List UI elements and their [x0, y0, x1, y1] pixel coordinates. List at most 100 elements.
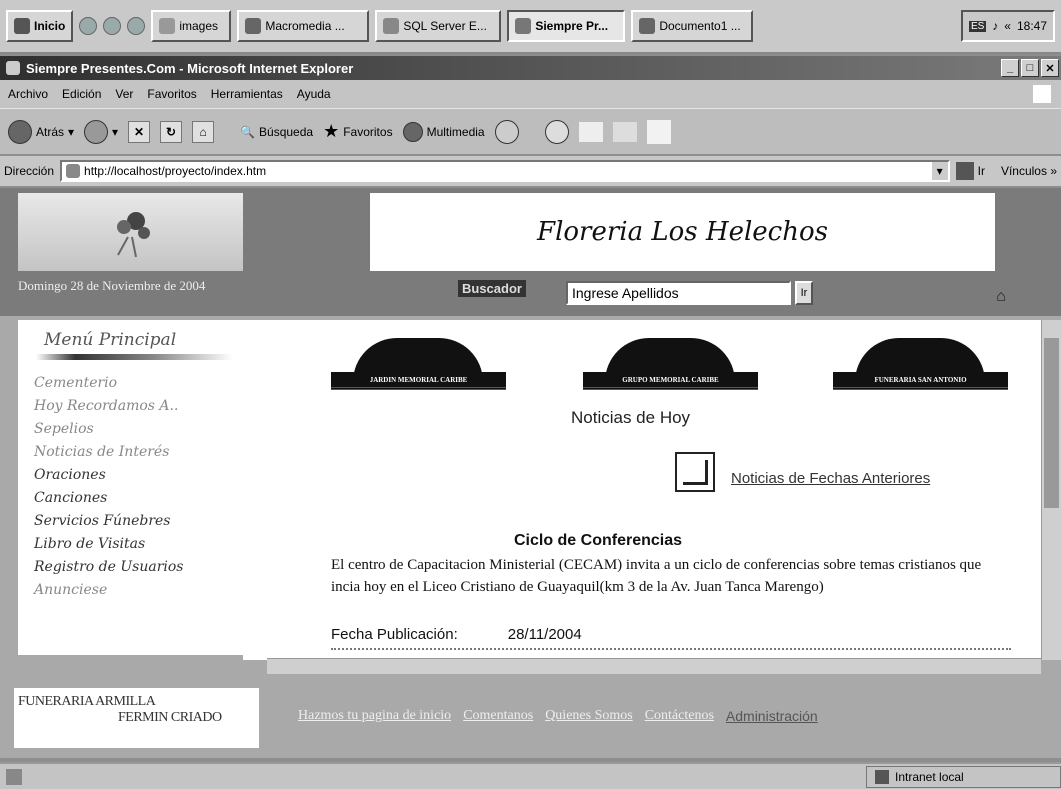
footer-link-contactenos[interactable]: Contáctenos: [645, 708, 714, 724]
search-label: Buscador: [458, 280, 526, 297]
windows-logo-icon: [14, 18, 30, 34]
flower-logo-icon: [117, 212, 150, 258]
task-documento1[interactable]: Documento1 ...: [631, 10, 754, 42]
security-zone: Intranet local: [866, 765, 1061, 788]
stop-button[interactable]: ✕: [128, 120, 151, 143]
menu-title: Menú Principal: [44, 330, 177, 350]
publish-date-label: Fecha Publicación:: [331, 626, 458, 643]
chevron-down-icon: ▾: [68, 124, 75, 139]
back-button[interactable]: Atrás ▾: [8, 119, 75, 144]
archive-icon[interactable]: [675, 452, 715, 492]
logo-jardin-memorial[interactable]: JARDIN MEMORIAL CARIBE: [331, 332, 506, 402]
logo-funeraria-san-antonio[interactable]: FUNERARIA SAN ANTONIO: [833, 332, 1008, 402]
print-icon[interactable]: [578, 121, 603, 142]
favorites-button[interactable]: ★ Favoritos: [323, 121, 393, 142]
quicklaunch-desktop-icon[interactable]: [103, 17, 122, 35]
messenger-icon[interactable]: [646, 119, 671, 144]
menu-bar: Archivo Edición Ver Favoritos Herramient…: [0, 80, 1061, 108]
star-icon: ★: [323, 121, 340, 141]
refresh-button[interactable]: ↻: [160, 120, 183, 143]
menu-favoritos[interactable]: Favoritos: [147, 87, 196, 101]
edit-icon[interactable]: [612, 121, 637, 142]
menu-item-registro-usuarios[interactable]: Registro de Usuarios: [18, 556, 243, 579]
search-go-button[interactable]: Ir: [795, 281, 813, 305]
task-macromedia[interactable]: Macromedia ...: [237, 10, 370, 42]
windows-flag-icon: [1033, 85, 1051, 103]
address-input[interactable]: http://localhost/proyecto/index.htm ▾: [60, 160, 950, 182]
zone-label: Intranet local: [895, 769, 964, 784]
menu-edicion[interactable]: Edición: [62, 87, 101, 101]
clock: 18:47: [1016, 19, 1047, 33]
menu-archivo[interactable]: Archivo: [8, 87, 48, 101]
task-label: images: [179, 19, 219, 33]
surname-search-input[interactable]: Ingrese Apellidos: [566, 281, 791, 305]
start-button[interactable]: Inicio: [6, 10, 74, 42]
links-button[interactable]: Vínculos »: [991, 164, 1057, 178]
multimedia-icon: [402, 121, 423, 142]
site-logo: [18, 193, 243, 271]
menu-item-cementerio[interactable]: Cementerio: [18, 372, 243, 395]
task-siempre-presentes[interactable]: Siempre Pr...: [507, 10, 626, 42]
home-button[interactable]: ⌂: [192, 120, 215, 143]
links-label: Vínculos: [1000, 164, 1047, 178]
page-status-icon: [6, 768, 22, 785]
menu-herramientas[interactable]: Herramientas: [211, 87, 283, 101]
favorites-label: Favoritos: [343, 124, 393, 139]
address-url: http://localhost/proyecto/index.htm: [84, 164, 267, 178]
folder-icon: [159, 18, 176, 34]
scrollbar-thumb[interactable]: [1044, 338, 1059, 508]
ie-icon: [6, 61, 20, 75]
menu-ver[interactable]: Ver: [115, 87, 133, 101]
maximize-button[interactable]: □: [1021, 59, 1039, 77]
menu-item-anunciese[interactable]: Anunciese: [18, 579, 243, 602]
menu-item-oraciones[interactable]: Oraciones: [18, 464, 243, 487]
volume-icon[interactable]: ♪: [992, 19, 998, 33]
menu-item-libro-visitas[interactable]: Libro de Visitas: [18, 533, 243, 556]
vertical-scrollbar[interactable]: [1041, 320, 1061, 660]
task-label: Macromedia ...: [265, 19, 345, 33]
menu-item-hoy-recordamos[interactable]: Hoy Recordamos A..: [18, 395, 243, 418]
menu-item-servicios-funebres[interactable]: Servicios Fúnebres: [18, 510, 243, 533]
go-button[interactable]: Ir: [955, 162, 985, 180]
tray-expand-icon[interactable]: «: [1004, 19, 1011, 33]
language-indicator[interactable]: ES: [968, 20, 987, 32]
menu-item-noticias-interes[interactable]: Noticias de Interés: [18, 441, 243, 464]
word-icon: [639, 18, 656, 34]
footer-link-homepage[interactable]: Hazmos tu pagina de inicio: [298, 708, 451, 724]
footer-links: Hazmos tu pagina de inicio Comentanos Qu…: [298, 708, 818, 724]
window-titlebar: Siempre Presentes.Com - Microsoft Intern…: [0, 56, 1061, 80]
quicklaunch-media-icon[interactable]: [127, 17, 146, 35]
back-label: Atrás: [36, 124, 65, 139]
task-images[interactable]: images: [151, 10, 232, 42]
task-label: SQL Server E...: [403, 19, 487, 33]
footer-link-quienes-somos[interactable]: Quienes Somos: [545, 708, 633, 724]
forward-button[interactable]: ▾: [84, 119, 118, 144]
minimize-button[interactable]: _: [1001, 59, 1019, 77]
multimedia-button[interactable]: Multimedia: [402, 121, 485, 142]
older-news-link[interactable]: Noticias de Fechas Anteriores: [731, 470, 930, 487]
quicklaunch-ie-icon[interactable]: [79, 17, 98, 35]
logo-grupo-memorial[interactable]: GRUPO MEMORIAL CARIBE: [583, 332, 758, 402]
search-button[interactable]: 🔍 Búsqueda: [240, 125, 313, 139]
horizontal-scrollbar[interactable]: [267, 658, 1041, 674]
address-bar: Dirección http://localhost/proyecto/inde…: [0, 156, 1061, 186]
publish-date-value: 28/11/2004: [507, 626, 582, 643]
close-button[interactable]: ✕: [1041, 59, 1059, 77]
menu-item-canciones[interactable]: Canciones: [18, 487, 243, 510]
multimedia-label: Multimedia: [426, 124, 485, 139]
start-label: Inicio: [34, 19, 66, 33]
menu-ayuda[interactable]: Ayuda: [297, 87, 331, 101]
footer-link-comentanos[interactable]: Comentanos: [463, 708, 533, 724]
search-label: Búsqueda: [259, 124, 314, 139]
footer-link-administracion[interactable]: Administración: [726, 708, 818, 724]
history-icon[interactable]: [494, 119, 519, 144]
address-dropdown-icon[interactable]: ▾: [931, 162, 948, 180]
dotted-divider: [331, 648, 1011, 650]
browser-toolbar: Atrás ▾ ▾ ✕ ↻ ⌂ 🔍 Búsqueda ★ Favoritos M…: [0, 108, 1061, 154]
mail-icon[interactable]: [544, 119, 569, 144]
home-icon[interactable]: ⌂: [992, 288, 1010, 306]
menu-item-sepelios[interactable]: Sepelios: [18, 418, 243, 441]
macromedia-icon: [245, 18, 262, 34]
main-menu: Menú Principal Cementerio Hoy Recordamos…: [18, 320, 243, 655]
task-sql-server[interactable]: SQL Server E...: [375, 10, 502, 42]
